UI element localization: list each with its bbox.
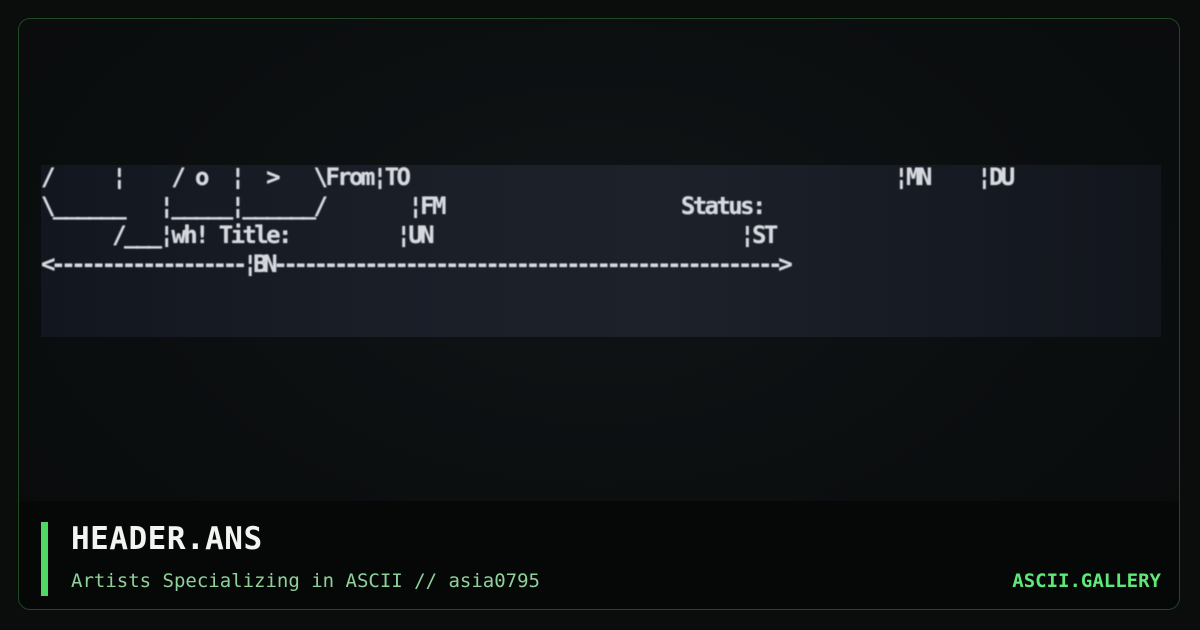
art-line: / ¦ / o ¦ > \From¦TO ¦MN ¦DU <box>41 165 1015 191</box>
og-image: / ¦ / o ¦ > \From¦TO ¦MN ¦DU \______ ¦__… <box>0 0 1200 630</box>
footer-bar: HEADER.ANS Artists Specializing in ASCII… <box>19 501 1179 609</box>
art-line: <-------------------¦BN-----------------… <box>41 250 793 278</box>
art-line: \______ ¦_____¦______/ ¦FM Status: <box>41 192 766 220</box>
site-brand: ASCII.GALLERY <box>1012 570 1161 592</box>
file-title: HEADER.ANS <box>71 521 263 557</box>
artist-subtitle: Artists Specializing in ASCII // asia079… <box>71 570 540 592</box>
ascii-art-preview: / ¦ / o ¦ > \From¦TO ¦MN ¦DU \______ ¦__… <box>41 165 1161 337</box>
accent-bar <box>41 522 48 596</box>
card-frame: / ¦ / o ¦ > \From¦TO ¦MN ¦DU \______ ¦__… <box>18 18 1180 610</box>
art-line: /___¦wh! Title: ¦UN ¦ST <box>41 221 778 249</box>
